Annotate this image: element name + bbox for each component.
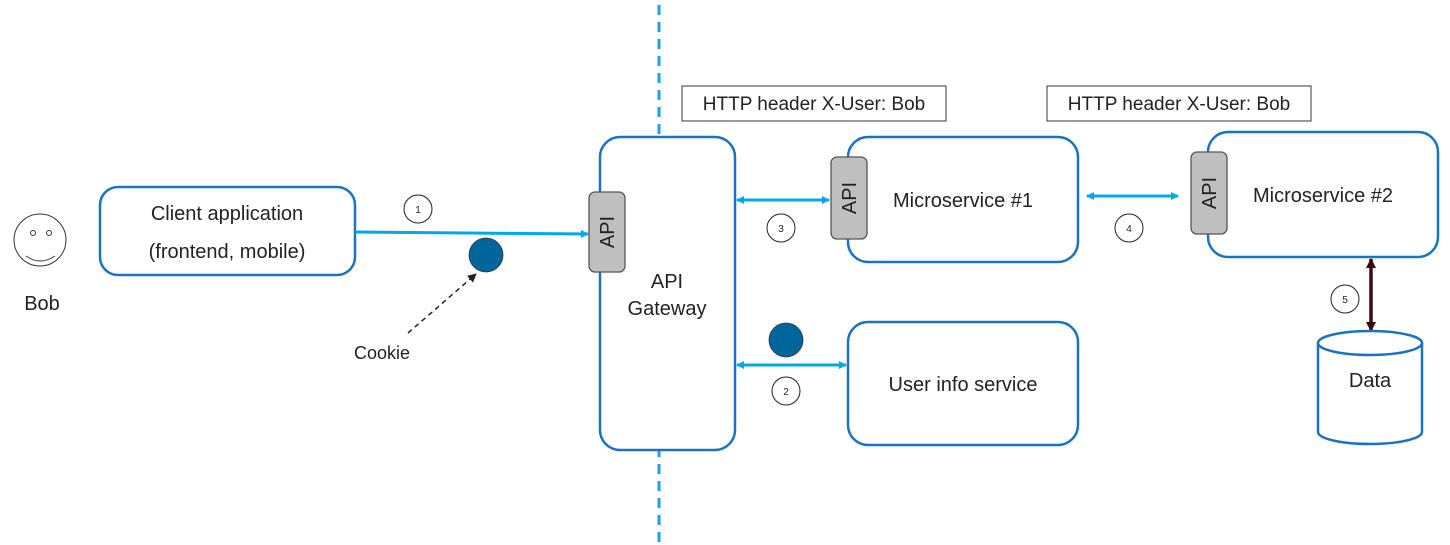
data-store-label: Data — [1349, 370, 1392, 392]
cookie-token-icon — [468, 237, 504, 273]
client-label-line2: (frontend, mobile) — [149, 241, 306, 263]
microservice-2-label: Microservice #2 — [1253, 185, 1393, 207]
microservice-1-label: Microservice #1 — [893, 190, 1033, 212]
http-header-text-2: HTTP header X-User: Bob — [1068, 94, 1290, 115]
step-number: 3 — [778, 224, 784, 235]
gateway-label-line1: API — [651, 271, 683, 293]
step-number: 5 — [1342, 295, 1348, 306]
http-header-text-1: HTTP header X-User: Bob — [703, 94, 925, 115]
gateway-api-label: API — [597, 216, 619, 248]
user-info-service-label: User info service — [889, 374, 1038, 396]
api-gateway-box — [598, 135, 737, 452]
smiley-face-icon — [13, 213, 67, 267]
step-number: 4 — [1126, 224, 1132, 235]
diagram: Bob Client application (frontend, mobile… — [13, 5, 1440, 545]
cookie-pointer-arrow — [407, 273, 477, 334]
microservice-2-api-label: API — [1199, 177, 1221, 209]
actor-name: Bob — [24, 293, 60, 315]
microservice-1-api-label: API — [839, 182, 861, 214]
cookie-token-icon — [768, 322, 804, 358]
arrow-client-to-gateway — [354, 229, 589, 238]
step-number: 2 — [783, 387, 789, 398]
gateway-label-line2: Gateway — [628, 298, 707, 320]
client-label-line1: Client application — [151, 203, 303, 225]
cookie-label: Cookie — [354, 343, 410, 363]
step-number: 1 — [415, 205, 421, 216]
